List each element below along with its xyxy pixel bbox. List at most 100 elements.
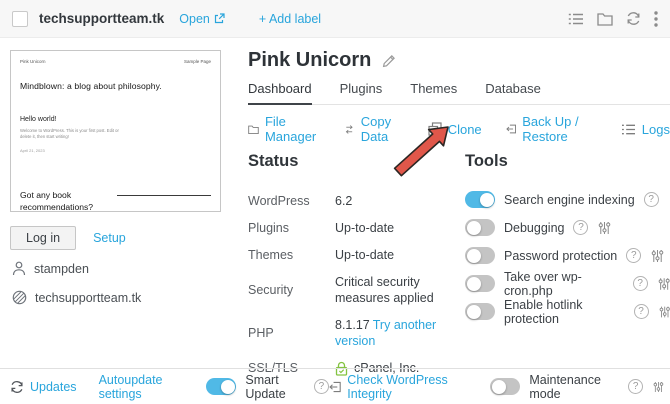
kebab-menu-icon[interactable]	[654, 11, 658, 27]
tab-dashboard[interactable]: Dashboard	[248, 81, 312, 105]
site-select-checkbox[interactable]	[12, 11, 28, 27]
tool-label: Password protection	[504, 249, 617, 263]
edit-pencil-icon[interactable]	[382, 53, 397, 68]
settings-sliders-icon[interactable]	[653, 380, 664, 394]
tool-label: Debugging	[504, 221, 564, 235]
sidebar-domain: techsupportteam.tk	[35, 291, 141, 305]
help-icon[interactable]: ?	[633, 276, 648, 291]
open-site-link[interactable]: Open	[179, 12, 225, 26]
open-site-label: Open	[179, 12, 210, 26]
help-icon[interactable]: ?	[644, 192, 659, 207]
preview-post-date: April 21, 2023	[20, 148, 211, 153]
backup-restore-button[interactable]: Back Up / Restore	[506, 114, 597, 144]
settings-sliders-icon[interactable]	[658, 277, 670, 291]
username-row: stampden	[12, 261, 89, 276]
footer-left-group: Updates Autoupdate settings Smart Update…	[10, 373, 329, 401]
file-manager-button[interactable]: File Manager	[248, 114, 320, 144]
tab-plugins[interactable]: Plugins	[340, 81, 383, 104]
smart-update-label: Smart Update	[245, 373, 304, 401]
debugging-toggle[interactable]	[465, 219, 495, 236]
preview-footer-heading: Got any book recommendations?	[20, 190, 110, 212]
settings-sliders-icon[interactable]	[598, 221, 611, 235]
copy-data-button[interactable]: Copy Data	[344, 114, 403, 144]
preview-site-name: Pink Unicorn	[20, 59, 46, 64]
copy-data-label: Copy Data	[361, 114, 404, 144]
check-integrity-label: Check WordPress Integrity	[347, 373, 470, 401]
status-row-plugins: Plugins Up-to-date	[248, 220, 460, 236]
clone-button[interactable]: Clone	[428, 122, 482, 137]
wordpress-toolkit-card: techsupportteam.tk Open + Add label Pink…	[0, 0, 670, 404]
tool-row-debugging: Debugging ?	[465, 219, 670, 236]
domain-row: techsupportteam.tk	[12, 290, 141, 305]
help-icon[interactable]: ?	[634, 304, 649, 319]
user-icon	[12, 261, 26, 276]
wp-cron-toggle[interactable]	[465, 275, 495, 292]
updates-link[interactable]: Updates	[10, 380, 77, 394]
help-icon[interactable]: ?	[314, 379, 329, 394]
tab-themes[interactable]: Themes	[410, 81, 457, 104]
password-protection-toggle[interactable]	[465, 247, 495, 264]
check-integrity-link[interactable]: Check WordPress Integrity	[329, 373, 471, 401]
logs-button[interactable]: Logs	[621, 122, 670, 137]
preview-header: Pink Unicorn Sample Page	[11, 51, 220, 64]
smart-update-toggle[interactable]	[206, 378, 236, 395]
tool-row-wp-cron: Take over wp-cron.php ?	[465, 275, 670, 292]
settings-sliders-icon[interactable]	[659, 305, 670, 319]
folder-icon[interactable]	[597, 12, 613, 26]
logs-icon	[621, 123, 636, 136]
list-view-icon[interactable]	[568, 12, 584, 26]
autoupdate-settings-link[interactable]: Autoupdate settings	[99, 373, 183, 401]
tool-label: Enable hotlink protection	[504, 298, 625, 326]
tab-database[interactable]: Database	[485, 81, 541, 104]
help-icon[interactable]: ?	[628, 379, 643, 394]
status-label: Plugins	[248, 220, 335, 236]
footer-right-group: Check WordPress Integrity Maintenance mo…	[329, 373, 664, 401]
preview-post-excerpt: Welcome to WordPress. This is your first…	[20, 128, 122, 141]
tool-label: Take over wp-cron.php	[504, 270, 624, 298]
php-version: 8.1.17	[335, 318, 370, 332]
help-icon[interactable]: ?	[626, 248, 641, 263]
site-domain: techsupportteam.tk	[39, 11, 164, 26]
file-manager-label: File Manager	[265, 114, 320, 144]
help-icon[interactable]: ?	[573, 220, 588, 235]
status-value: 6.2	[335, 193, 460, 209]
globe-icon	[12, 290, 27, 305]
search-engine-indexing-toggle[interactable]	[465, 191, 495, 208]
status-row-wordpress: WordPress 6.2	[248, 193, 460, 209]
preview-headline: Mindblown: a blog about philosophy.	[20, 81, 211, 91]
folder-icon	[248, 123, 259, 136]
status-label: Security	[248, 282, 335, 298]
refresh-icon	[10, 380, 24, 394]
backup-restore-icon	[506, 122, 517, 136]
status-label: PHP	[248, 325, 335, 341]
security-measures-link[interactable]: Critical security measures applied	[335, 274, 460, 306]
maintenance-mode-toggle[interactable]	[490, 378, 520, 395]
logs-label: Logs	[642, 122, 670, 137]
site-preview-thumbnail[interactable]: Pink Unicorn Sample Page Mindblown: a bl…	[10, 50, 221, 212]
integrity-check-icon	[329, 380, 341, 394]
tool-row-password-protection: Password protection ?	[465, 247, 670, 264]
maintenance-mode-label: Maintenance mode	[529, 373, 618, 401]
status-row-security: Security Critical security measures appl…	[248, 274, 460, 306]
footer-bar: Updates Autoupdate settings Smart Update…	[0, 368, 670, 404]
status-row-themes: Themes Up-to-date	[248, 247, 460, 263]
copy-data-icon	[344, 123, 354, 136]
settings-sliders-icon[interactable]	[651, 249, 664, 263]
preview-divider	[117, 195, 211, 196]
refresh-icon[interactable]	[626, 11, 641, 26]
tool-row-hotlink-protection: Enable hotlink protection ?	[465, 303, 670, 320]
status-label: WordPress	[248, 193, 335, 209]
add-label-link[interactable]: + Add label	[259, 12, 321, 26]
clone-label: Clone	[448, 122, 482, 137]
preview-nav-link: Sample Page	[184, 59, 211, 64]
username: stampden	[34, 262, 89, 276]
external-link-icon	[214, 13, 225, 24]
setup-link[interactable]: Setup	[93, 231, 126, 245]
page-title: Pink Unicorn	[248, 49, 371, 72]
page-title-row: Pink Unicorn	[248, 49, 397, 72]
hotlink-protection-toggle[interactable]	[465, 303, 495, 320]
updates-label: Updates	[30, 380, 77, 394]
status-label: Themes	[248, 247, 335, 263]
log-in-button[interactable]: Log in	[10, 226, 76, 250]
tool-row-search-engine-indexing: Search engine indexing ?	[465, 191, 670, 208]
